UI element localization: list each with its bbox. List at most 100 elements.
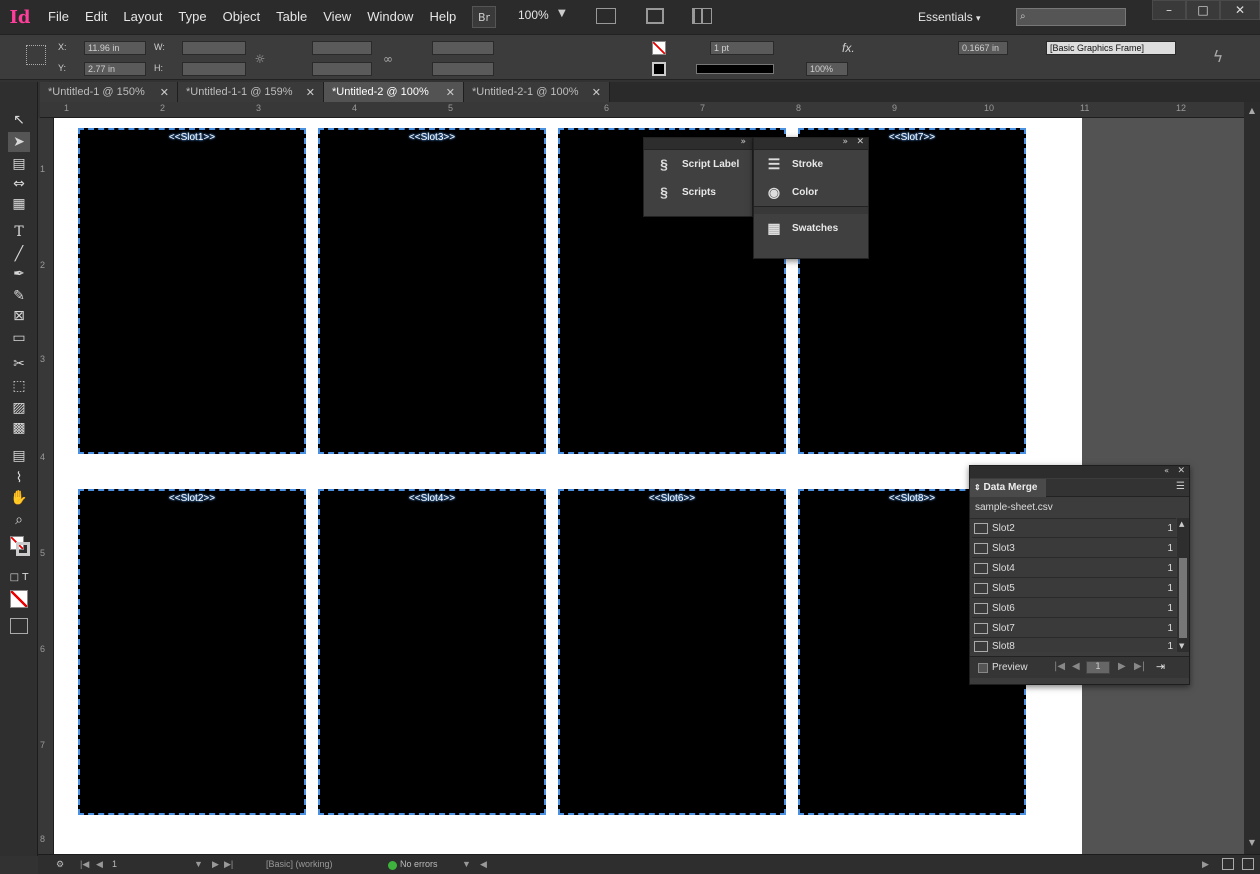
opacity-field[interactable]: 100% <box>806 62 848 76</box>
rotation-field[interactable] <box>432 41 494 55</box>
gradient-feather-tool-icon[interactable]: ▩ <box>8 418 30 438</box>
constrain-proportions-icon[interactable]: ☼ <box>252 51 268 67</box>
panel-color[interactable]: ◉ Color <box>754 178 868 206</box>
graphic-frame-slot3[interactable]: <<Slot3>> <box>318 128 546 454</box>
menu-type[interactable]: Type <box>170 0 214 34</box>
shear-field[interactable] <box>432 62 494 76</box>
width-field[interactable] <box>182 41 246 55</box>
tab-untitled-2[interactable]: *Untitled-2 @ 100% ✕ <box>324 82 464 102</box>
menu-window[interactable]: Window <box>359 0 421 34</box>
last-page-icon[interactable]: ▶| <box>224 859 233 870</box>
maximize-button[interactable]: □ <box>1186 0 1220 20</box>
panel-script-label[interactable]: § Script Label <box>644 150 752 178</box>
resize-window-icon[interactable] <box>1242 858 1254 870</box>
page-dropdown-icon[interactable]: ▼ <box>194 859 203 869</box>
zoom-level[interactable]: 100% <box>518 8 549 22</box>
next-page-icon[interactable]: ▶ <box>212 859 219 870</box>
graphic-frame-slot4[interactable]: <<Slot4>> <box>318 489 546 815</box>
panel-scripts[interactable]: § Scripts <box>644 178 752 206</box>
field-row[interactable]: Slot7 1 <box>972 619 1177 638</box>
arrange-documents-icon[interactable] <box>692 8 712 24</box>
stroke-swatch-icon[interactable] <box>652 62 666 76</box>
panel-menu-icon[interactable]: ☰ <box>1176 481 1185 492</box>
field-list[interactable]: Slot2 1 Slot3 1 Slot4 1 Slot5 1 Slot6 1 Slot7… <box>970 518 1177 653</box>
menu-layout[interactable]: Layout <box>115 0 170 34</box>
screen-mode-icon[interactable] <box>646 8 664 24</box>
stroke-type-select[interactable] <box>696 64 774 74</box>
direct-selection-tool-icon[interactable]: ➤ <box>8 132 30 152</box>
graphic-frame-slot1[interactable]: <<Slot1>> <box>78 128 306 454</box>
menu-table[interactable]: Table <box>268 0 315 34</box>
fit-window-icon[interactable] <box>1222 858 1234 870</box>
first-page-icon[interactable]: |◀ <box>80 859 89 870</box>
close-tab-icon[interactable]: ✕ <box>160 86 169 99</box>
next-record-icon[interactable]: ▶ <box>1118 661 1126 672</box>
free-transform-tool-icon[interactable]: ⬚ <box>8 376 30 396</box>
field-row[interactable]: Slot2 1 <box>972 519 1177 538</box>
preview-checkbox[interactable] <box>978 663 988 673</box>
selection-tool-icon[interactable]: ↖ <box>8 110 30 130</box>
scroll-down-icon[interactable]: ▼ <box>1179 642 1184 650</box>
type-tool-icon[interactable]: T <box>8 222 30 242</box>
first-record-icon[interactable]: |◀ <box>1054 661 1065 672</box>
close-panel-icon[interactable]: ✕ <box>1177 466 1185 476</box>
collapse-panel-icon[interactable]: « <box>1164 466 1169 475</box>
tab-untitled-2-1[interactable]: *Untitled-2-1 @ 100% ✕ <box>464 82 610 102</box>
create-merged-document-icon[interactable]: ⇥ <box>1156 660 1165 673</box>
panel-header[interactable]: « ✕ <box>970 466 1189 478</box>
pen-tool-icon[interactable]: ✒ <box>8 264 30 284</box>
content-collector-icon[interactable]: ▦ <box>8 194 30 214</box>
tab-untitled-1-1[interactable]: *Untitled-1-1 @ 159% ✕ <box>178 82 324 102</box>
scroll-up-icon[interactable]: ▲ <box>1179 520 1184 528</box>
minimize-button[interactable]: – <box>1152 0 1186 20</box>
field-list-scrollbar[interactable]: ▲ ▼ <box>1177 518 1189 652</box>
note-tool-icon[interactable]: ▤ <box>8 446 30 466</box>
fill-none-swatch-icon[interactable] <box>652 41 666 55</box>
scroll-thumb[interactable] <box>1179 558 1187 638</box>
expand-panel-icon[interactable]: » <box>842 137 848 147</box>
fx-button[interactable]: fx. <box>842 41 855 55</box>
preflight-errors-label[interactable]: No errors <box>400 859 438 869</box>
scroll-up-icon[interactable]: ▲ <box>1246 106 1258 116</box>
graphic-frame-slot6[interactable]: <<Slot6>> <box>558 489 786 815</box>
scroll-left-icon[interactable]: ◀ <box>480 859 487 870</box>
hand-tool-icon[interactable]: ✋ <box>8 488 30 508</box>
close-tab-icon[interactable]: ✕ <box>446 86 455 99</box>
panel-header[interactable]: » <box>644 137 752 150</box>
field-row[interactable]: Slot8 1 <box>972 639 1177 653</box>
scissors-tool-icon[interactable]: ✂ <box>8 354 30 374</box>
stroke-weight-field[interactable]: 1 pt <box>710 41 774 55</box>
frame-offset-field[interactable]: 0.1667 in <box>958 41 1008 55</box>
gradient-swatch-tool-icon[interactable]: ▨ <box>8 398 30 418</box>
object-style-select[interactable]: [Basic Graphics Frame] <box>1046 41 1176 55</box>
tab-untitled-1[interactable]: *Untitled-1 @ 150% ✕ <box>40 82 178 102</box>
preflight-profile[interactable]: [Basic] (working) <box>266 859 333 869</box>
preflight-menu-icon[interactable]: ▼ <box>462 859 471 869</box>
height-field[interactable] <box>182 62 246 76</box>
x-field[interactable]: 11.96 in <box>84 41 146 55</box>
close-panel-icon[interactable]: ✕ <box>856 137 864 147</box>
line-tool-icon[interactable]: ╱ <box>8 244 30 264</box>
panel-stroke[interactable]: ☰ Stroke <box>754 150 868 178</box>
close-tab-icon[interactable]: ✕ <box>306 86 315 99</box>
field-row[interactable]: Slot4 1 <box>972 559 1177 578</box>
gap-tool-icon[interactable]: ⇔ <box>8 174 30 194</box>
view-options-icon[interactable] <box>596 8 616 24</box>
menu-file[interactable]: File <box>40 0 77 34</box>
vertical-ruler[interactable]: 1 2 3 4 5 6 7 8 <box>38 118 54 854</box>
page-tool-icon[interactable]: ▤ <box>8 154 30 174</box>
eyedropper-tool-icon[interactable]: ⌇ <box>8 468 30 488</box>
menu-view[interactable]: View <box>315 0 359 34</box>
scale-x-field[interactable] <box>312 41 372 55</box>
field-row[interactable]: Slot5 1 <box>972 579 1177 598</box>
reference-point-icon[interactable] <box>26 45 46 65</box>
panel-header[interactable]: » ✕ <box>754 137 868 150</box>
rectangle-tool-icon[interactable]: ▭ <box>8 328 30 348</box>
zoom-tool-icon[interactable]: ⌕ <box>8 510 30 530</box>
page-number-field[interactable]: 1 <box>112 859 117 869</box>
preview-mode-icon[interactable]: ⚙ <box>56 859 64 870</box>
document-page[interactable]: <<Slot1>> <<Slot3>> <<Slot7>> <<Slot2>> … <box>54 118 1082 854</box>
field-row[interactable]: Slot3 1 <box>972 539 1177 558</box>
y-field[interactable]: 2.77 in <box>84 62 146 76</box>
field-row[interactable]: Slot6 1 <box>972 599 1177 618</box>
